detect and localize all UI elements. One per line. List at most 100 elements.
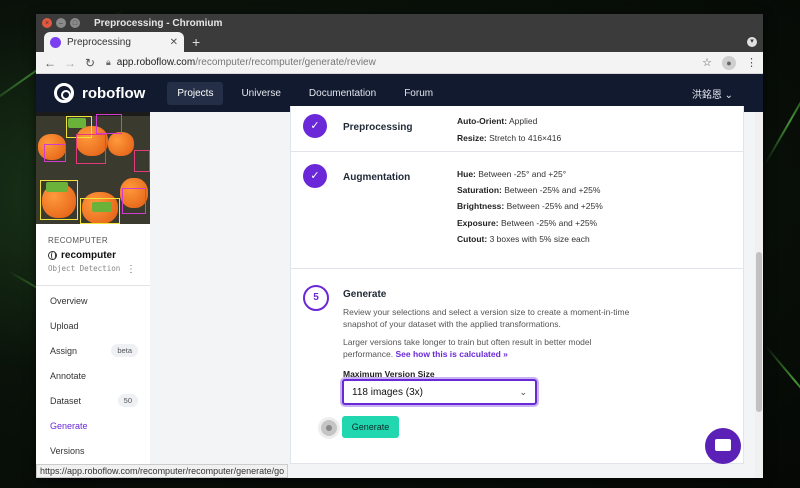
browser-toolbar: ← → ↻ 🔒︎ app.roboflow.com/recomputer/rec…	[36, 52, 763, 74]
sidebar-item-dataset[interactable]: Dataset 50	[36, 388, 150, 413]
dataset-count-badge: 50	[117, 394, 138, 407]
augmentation-row: Hue: Between -25° and +25°	[457, 169, 566, 179]
loading-spinner-icon	[321, 420, 337, 436]
browser-tab[interactable]: Preprocessing ✕	[44, 32, 184, 52]
sidebar-item-label: Assign	[50, 345, 78, 356]
version-size-select[interactable]: 118 images (3x) ⌄	[342, 379, 537, 405]
sidebar-menu: Overview Upload Assign beta Annotate Data…	[36, 286, 150, 463]
browser-menu-icon[interactable]: ⋮	[746, 56, 757, 69]
row-value: Applied	[508, 116, 538, 126]
sidebar-item-assign[interactable]: Assign beta	[36, 338, 150, 363]
user-name: 洪銘恩	[691, 89, 722, 101]
row-key: Saturation:	[457, 185, 502, 195]
step-title-augmentation: Augmentation	[343, 172, 411, 183]
beta-badge: beta	[111, 344, 138, 357]
version-size-label: Maximum Version Size	[343, 369, 435, 379]
generate-note: Larger versions take longer to train but…	[343, 336, 643, 360]
row-value: Between -25% and +25%	[500, 218, 598, 228]
augmentation-row: Cutout: 3 boxes with 5% size each	[457, 234, 590, 244]
window-titlebar: × – □ Preprocessing - Chromium	[36, 14, 763, 32]
user-menu[interactable]: 洪銘恩 ⌄	[692, 86, 733, 101]
augmentation-row: Brightness: Between -25% and +25%	[457, 201, 603, 211]
sidebar-item-label: Annotate	[50, 370, 87, 381]
sidebar-item-label: Versions	[50, 445, 85, 456]
row-key: Resize:	[457, 133, 487, 143]
tab-search-icon[interactable]: ▾	[747, 37, 757, 47]
lock-icon: 🔒︎	[106, 57, 111, 67]
row-value: 3 boxes with 5% size each	[489, 234, 590, 244]
sidebar-item-label: Upload	[50, 320, 79, 331]
logo-text[interactable]: roboflow	[82, 85, 145, 102]
bookmark-star-icon[interactable]: ☆	[702, 56, 712, 69]
augmentation-step: ✓ Augmentation Hue: Between -25° and +25…	[290, 152, 744, 269]
tab-close-icon[interactable]: ✕	[170, 37, 178, 48]
project-label: RECOMPUTER	[48, 236, 108, 245]
step-title-preprocessing: Preprocessing	[343, 122, 413, 133]
new-tab-icon[interactable]: +	[192, 34, 200, 50]
row-value: Stretch to 416×416	[489, 133, 562, 143]
project-name-row: recomputer	[48, 250, 138, 261]
check-icon: ✓	[303, 164, 327, 188]
row-value: Between -25° and +25°	[478, 169, 567, 179]
row-key: Hue:	[457, 169, 476, 179]
web-page: roboflow Projects Universe Documentation…	[36, 74, 763, 478]
nav-projects[interactable]: Projects	[167, 81, 224, 105]
sidebar-item-generate[interactable]: Generate	[36, 413, 150, 438]
step-title-generate: Generate	[343, 289, 387, 300]
back-icon[interactable]: ←	[42, 56, 58, 70]
tab-title: Preprocessing	[67, 36, 131, 48]
chevron-down-icon: ⌄	[724, 89, 733, 101]
nav-universe[interactable]: Universe	[231, 82, 290, 105]
globe-icon	[48, 251, 57, 260]
project-name: recomputer	[61, 250, 117, 261]
step-number: 5	[303, 285, 329, 311]
sidebar-item-versions[interactable]: Versions	[36, 438, 150, 463]
sidebar-item-label: Generate	[50, 420, 88, 431]
check-icon: ✓	[303, 114, 327, 138]
main-panel: ✓ Preprocessing Auto-Orient: Applied Res…	[150, 106, 763, 478]
row-value: Between -25% and +25%	[506, 201, 603, 211]
page-scrollbar[interactable]	[755, 112, 763, 478]
forward-icon[interactable]: →	[62, 56, 78, 70]
row-key: Auto-Orient:	[457, 116, 508, 126]
sidebar-item-label: Overview	[50, 295, 88, 306]
select-value: 118 images (3x)	[352, 386, 423, 398]
generate-description: Review your selections and select a vers…	[343, 307, 630, 329]
tab-strip: Preprocessing ✕ + ▾	[36, 32, 763, 52]
window-close-button[interactable]: ×	[42, 18, 52, 28]
calculation-help-link[interactable]: See how this is calculated »	[395, 349, 507, 359]
profile-icon[interactable]: ●	[722, 55, 736, 70]
scrollbar-thumb[interactable]	[756, 252, 762, 412]
project-thumbnail	[36, 112, 150, 224]
preprocessing-row: Resize: Stretch to 416×416	[457, 133, 561, 143]
window-maximize-button[interactable]: □	[70, 18, 80, 28]
content-area: RECOMPUTER recomputer Object Detection ⋮…	[36, 106, 763, 478]
roboflow-favicon-icon	[50, 36, 61, 48]
sidebar-item-annotate[interactable]: Annotate	[36, 363, 150, 388]
generate-step: 5 Generate Review your selections and se…	[290, 268, 744, 464]
roboflow-logo-icon[interactable]	[54, 83, 74, 103]
window-minimize-button[interactable]: –	[56, 18, 66, 28]
nav-forum[interactable]: Forum	[394, 82, 443, 105]
row-key: Cutout:	[457, 234, 488, 244]
augmentation-row: Saturation: Between -25% and +25%	[457, 185, 600, 195]
sidebar-item-label: Dataset	[50, 395, 82, 406]
row-value: Between -25% and +25%	[504, 185, 601, 195]
sidebar-item-overview[interactable]: Overview	[36, 288, 150, 313]
project-sidebar: RECOMPUTER recomputer Object Detection ⋮…	[36, 112, 150, 478]
preprocessing-row: Auto-Orient: Applied	[457, 116, 537, 126]
reload-icon[interactable]: ↻	[82, 56, 98, 70]
nav-documentation[interactable]: Documentation	[299, 82, 386, 105]
address-bar[interactable]: 🔒︎ app.roboflow.com/recomputer/recompute…	[102, 54, 702, 72]
project-type: Object Detection	[48, 264, 121, 273]
window-title: Preprocessing - Chromium	[94, 17, 223, 29]
row-key: Exposure:	[457, 218, 499, 228]
augmentation-row: Exposure: Between -25% and +25%	[457, 218, 597, 228]
kebab-menu-icon[interactable]: ⋮	[126, 264, 136, 275]
browser-window: × – □ Preprocessing - Chromium Preproces…	[36, 14, 763, 478]
generate-button[interactable]: Generate	[342, 416, 399, 438]
chat-icon[interactable]	[705, 428, 741, 464]
sidebar-item-upload[interactable]: Upload	[36, 313, 150, 338]
url-host: app.roboflow.com	[116, 57, 196, 68]
url-path: /recomputer/recomputer/generate/review	[195, 57, 376, 68]
